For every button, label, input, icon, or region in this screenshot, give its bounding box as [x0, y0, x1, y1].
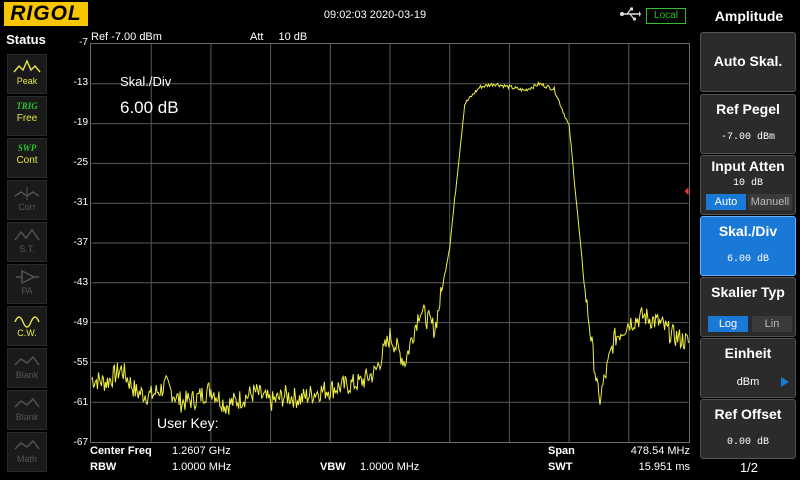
st-icon: [14, 228, 40, 241]
y-tick-label: -19: [73, 117, 88, 128]
attenuation-header: Att 10 dB: [250, 31, 308, 43]
corr-icon: [14, 187, 40, 200]
status-st-button[interactable]: S.T.: [7, 222, 47, 262]
status-pa-button[interactable]: PA: [7, 264, 47, 304]
trig-title: TRIG: [16, 101, 38, 111]
status-trig-button[interactable]: TRIG Free: [7, 96, 47, 136]
page-indicator: 1/2: [739, 460, 759, 475]
status-math-button[interactable]: Math: [7, 432, 47, 472]
scale-type-button[interactable]: Skalier Typ Log Lin: [700, 277, 796, 337]
blank-icon: [14, 397, 40, 408]
ref-marker-icon: [684, 187, 689, 196]
input-atten-manual-option[interactable]: Manuell: [748, 194, 792, 210]
y-tick-label: -49: [73, 317, 88, 328]
scale-type-log-option[interactable]: Log: [708, 316, 748, 332]
datetime: 09:02:03 2020-03-19: [323, 9, 427, 21]
y-tick-label: -55: [73, 357, 88, 368]
user-key-label: User Key:: [157, 415, 219, 431]
input-atten-auto-option[interactable]: Auto: [706, 194, 746, 210]
rbw-value: 1.0000 MHz: [172, 461, 232, 473]
cw-icon: [14, 316, 40, 328]
status-corr-button[interactable]: Corr: [7, 180, 47, 220]
y-tick-label: -31: [73, 197, 88, 208]
span-label: Span: [548, 445, 575, 457]
amplitude-menu: Amplitude Auto Skal. Ref Pegel -7.00 dBm…: [698, 0, 800, 480]
y-tick-label: -25: [73, 157, 88, 168]
rbw-label: RBW: [90, 461, 117, 473]
y-tick-label: -7: [79, 37, 88, 48]
peak-icon: [13, 59, 41, 73]
arrow-right-icon: [781, 377, 789, 387]
unit-button[interactable]: Einheit dBm: [700, 338, 796, 398]
menu-title: Amplitude: [714, 8, 784, 24]
local-badge: Local: [646, 8, 686, 24]
status-peak-button[interactable]: Peak: [7, 54, 47, 94]
swp-title: SWP: [17, 143, 37, 153]
pa-icon: [16, 269, 39, 285]
scale-type-lin-option[interactable]: Lin: [752, 316, 792, 332]
blank-icon: [14, 355, 40, 366]
y-tick-label: -67: [73, 437, 88, 448]
vbw-label: VBW: [320, 461, 346, 473]
input-atten-button[interactable]: Input Atten 10 dB Auto Manuell: [700, 155, 796, 215]
spectrum-plot[interactable]: [90, 43, 690, 443]
scale-div-value: 6.00 dB: [120, 98, 179, 117]
scale-div-button[interactable]: Skal./Div 6.00 dB: [700, 216, 796, 276]
swt-label: SWT: [548, 461, 573, 473]
span-value: 478.54 MHz: [630, 445, 690, 457]
center-freq-label: Center Freq: [90, 445, 152, 457]
top-bar: RIGOL 09:02:03 2020-03-19 Local: [0, 0, 698, 30]
y-tick-label: -13: [73, 77, 88, 88]
y-tick-label: -61: [73, 397, 88, 408]
status-blank-button-2[interactable]: Blank: [7, 390, 47, 430]
center-freq-value: 1.2607 GHz: [172, 445, 231, 457]
scale-div-label: Skal./Div: [120, 74, 172, 89]
brand-logo: RIGOL: [4, 2, 88, 26]
status-sweep-button[interactable]: SWP Cont: [7, 138, 47, 178]
status-blank-button-1[interactable]: Blank: [7, 348, 47, 388]
y-tick-label: -37: [73, 237, 88, 248]
ref-level-header: Ref -7.00 dBm: [91, 31, 162, 43]
math-icon: [14, 439, 40, 450]
swt-value: 15.951 ms: [638, 461, 690, 473]
ref-offset-button[interactable]: Ref Offset 0.00 dB: [700, 399, 796, 459]
y-tick-label: -43: [73, 277, 88, 288]
ref-level-button[interactable]: Ref Pegel -7.00 dBm: [700, 94, 796, 154]
status-title: Status: [6, 32, 46, 47]
status-panel: Status Peak TRIG Free SWP Cont Corr S.T.: [0, 30, 52, 480]
auto-scale-button[interactable]: Auto Skal.: [700, 32, 796, 92]
status-cw-button[interactable]: C.W.: [7, 306, 47, 346]
vbw-value: 1.0000 MHz: [360, 461, 420, 473]
usb-icon: [620, 7, 641, 21]
